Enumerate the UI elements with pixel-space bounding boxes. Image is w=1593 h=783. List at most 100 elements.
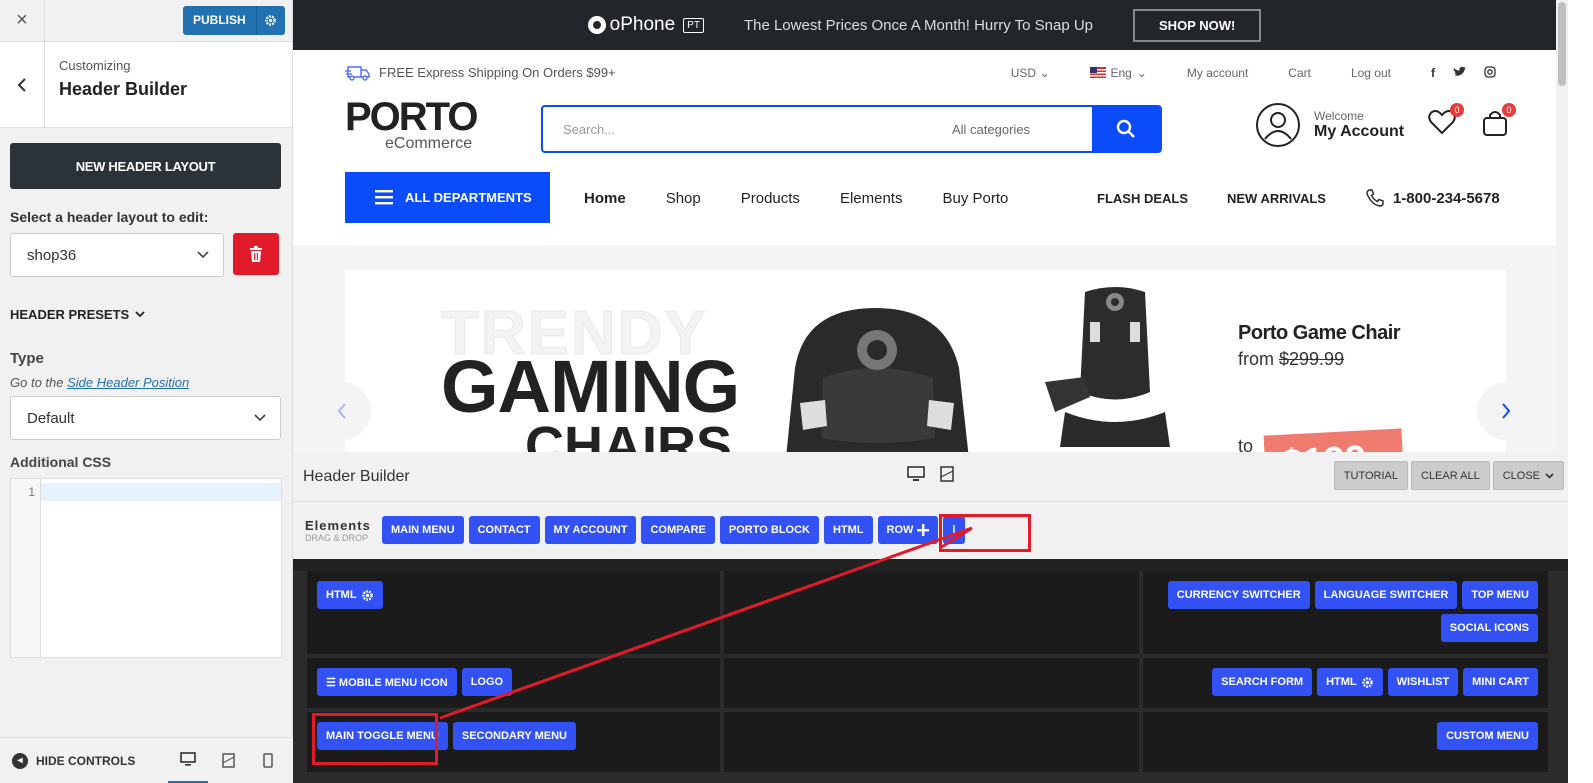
main-row-center[interactable] [724, 658, 1139, 708]
active-code-line[interactable] [41, 483, 281, 501]
user-icon [1256, 103, 1300, 147]
mobile-menu-icon-block[interactable]: ☰ MOBILE MENU ICON [317, 668, 457, 696]
all-departments-button[interactable]: ALL DEPARTMENTS [345, 172, 550, 223]
chevron-down-icon [197, 251, 209, 259]
nav-elements[interactable]: Elements [840, 190, 903, 207]
clear-all-button[interactable]: CLEAR ALL [1411, 461, 1490, 490]
back-button[interactable] [0, 42, 45, 127]
my-account-link[interactable]: My account [1187, 66, 1248, 80]
secondary-menu-block[interactable]: SECONDARY MENU [452, 722, 576, 750]
close-customizer-button[interactable]: × [0, 0, 45, 42]
twitter-icon[interactable] [1453, 66, 1466, 78]
search-button[interactable] [1092, 106, 1160, 152]
nav-new-arrivals[interactable]: NEW ARRIVALS [1227, 191, 1326, 206]
slider-prev-button[interactable] [313, 382, 371, 440]
layout-select[interactable]: shop36 [10, 233, 224, 277]
hide-controls-button[interactable]: ◂ HIDE CONTROLS [0, 752, 168, 769]
old-price: $299.99 [1279, 349, 1345, 369]
tablet-icon[interactable] [940, 466, 954, 482]
close-builder-button[interactable]: CLOSE [1492, 461, 1564, 490]
us-flag-icon [1089, 67, 1106, 78]
element-my-account[interactable]: MY ACCOUNT [544, 516, 637, 544]
language-switcher-block[interactable]: LANGUAGE SWITCHER [1314, 581, 1458, 609]
gaming-chair-front-image [786, 308, 969, 452]
social-icons: f [1431, 66, 1496, 80]
main-row-right[interactable]: SEARCH FORM HTML WISHLIST MINI CART [1143, 658, 1548, 708]
search-input[interactable]: Search... [543, 122, 952, 137]
nav-products[interactable]: Products [741, 190, 800, 207]
nav-shop[interactable]: Shop [666, 190, 701, 207]
new-header-layout-button[interactable]: NEW HEADER LAYOUT [10, 143, 281, 189]
top-html-block[interactable]: HTML [317, 581, 383, 609]
element-porto-block[interactable]: PORTO BLOCK [719, 516, 819, 544]
publish-settings-button[interactable] [255, 6, 285, 35]
additional-css-editor[interactable]: 1 [10, 478, 282, 658]
main-row-left[interactable]: ☰ MOBILE MENU ICON LOGO [307, 658, 720, 708]
wishlist-button[interactable]: 0 [1428, 103, 1464, 144]
element-main-menu[interactable]: MAIN MENU [382, 516, 464, 544]
wishlist-block[interactable]: WISHLIST [1387, 668, 1459, 696]
header-presets-label: HEADER PRESETS [10, 307, 130, 322]
slider-next-button[interactable] [1477, 382, 1535, 440]
element-compare[interactable]: COMPARE [641, 516, 715, 544]
mini-cart-block[interactable]: MINI CART [1463, 668, 1538, 696]
site-preview: oPhone PT The Lowest Prices Once A Month… [293, 0, 1556, 452]
top-bar: FREE Express Shipping On Orders $99+ USD… [293, 50, 1556, 95]
close-builder-label: CLOSE [1502, 469, 1540, 482]
logout-link[interactable]: Log out [1351, 66, 1391, 80]
facebook-icon[interactable]: f [1431, 66, 1435, 80]
bottom-row-center[interactable] [724, 712, 1139, 772]
account-widget[interactable]: Welcome My Account [1256, 103, 1404, 147]
publish-button[interactable]: PUBLISH [183, 6, 256, 35]
social-icons-block[interactable]: SOCIAL ICONS [1440, 614, 1538, 642]
preview-scrollbar[interactable] [1556, 0, 1568, 452]
annotation-source-box [312, 713, 438, 765]
cart-link[interactable]: Cart [1288, 66, 1311, 80]
close-icon: × [16, 9, 28, 31]
custom-menu-block[interactable]: CUSTOM MENU [1437, 722, 1538, 750]
currency-switcher-block[interactable]: CURRENCY SWITCHER [1167, 581, 1310, 609]
main-html-block[interactable]: HTML [1317, 668, 1383, 696]
desktop-icon[interactable] [907, 466, 925, 482]
mini-cart-button[interactable]: 0 [1482, 103, 1516, 144]
gear-icon[interactable] [1361, 676, 1374, 689]
customizer-app: × PUBLISH Customizing Header Builder NEW… [0, 0, 1593, 783]
side-header-position-link[interactable]: Side Header Position [67, 375, 189, 390]
phone-contact[interactable]: 1-800-234-5678 [1365, 188, 1500, 208]
type-select-value: Default [27, 409, 75, 427]
header-presets-toggle[interactable]: HEADER PRESETS [10, 307, 282, 322]
panel-header: Customizing Header Builder [0, 42, 292, 128]
delete-layout-button[interactable] [233, 233, 279, 275]
bottom-row-right[interactable]: CUSTOM MENU [1143, 712, 1548, 772]
preview-desktop-button[interactable] [168, 738, 208, 783]
instagram-icon[interactable] [1484, 65, 1496, 78]
type-select[interactable]: Default [10, 396, 281, 440]
element-row-label: ROW [886, 524, 914, 536]
nav-home[interactable]: Home [584, 190, 626, 207]
search-form-block[interactable]: SEARCH FORM [1212, 668, 1313, 696]
gear-icon [265, 15, 276, 26]
elements-palette: Elements DRAG & DROP MAIN MENU CONTACT M… [293, 502, 1568, 558]
top-row-center[interactable] [724, 571, 1139, 654]
element-contact[interactable]: CONTACT [468, 516, 540, 544]
nav-flash-deals[interactable]: FLASH DEALS [1097, 191, 1188, 206]
account-text: Welcome My Account [1314, 109, 1404, 141]
top-menu-block[interactable]: TOP MENU [1462, 581, 1538, 609]
preview-scrollbar-thumb[interactable] [1558, 2, 1566, 86]
element-html[interactable]: HTML [823, 516, 873, 544]
shop-now-button[interactable]: SHOP NOW! [1133, 8, 1262, 42]
category-select[interactable]: All categories [952, 122, 1092, 137]
tutorial-button[interactable]: TUTORIAL [1333, 461, 1408, 490]
logo-block[interactable]: LOGO [461, 668, 513, 696]
site-logo[interactable]: PORTO eCommerce [345, 97, 479, 152]
preview-mobile-button[interactable] [248, 738, 288, 783]
element-row[interactable]: ROW [877, 516, 939, 544]
currency-switcher[interactable]: USD ⌄ [1011, 66, 1050, 80]
top-row-left[interactable]: HTML [307, 571, 720, 654]
gear-icon[interactable] [361, 589, 374, 602]
top-row-right[interactable]: CURRENCY SWITCHER LANGUAGE SWITCHER TOP … [1143, 571, 1548, 654]
language-switcher[interactable]: Eng ⌄ [1089, 66, 1147, 80]
preview-tablet-button[interactable] [208, 738, 248, 783]
hero-headline-2: CHAIRS [525, 416, 733, 452]
nav-buy-porto[interactable]: Buy Porto [942, 190, 1008, 207]
